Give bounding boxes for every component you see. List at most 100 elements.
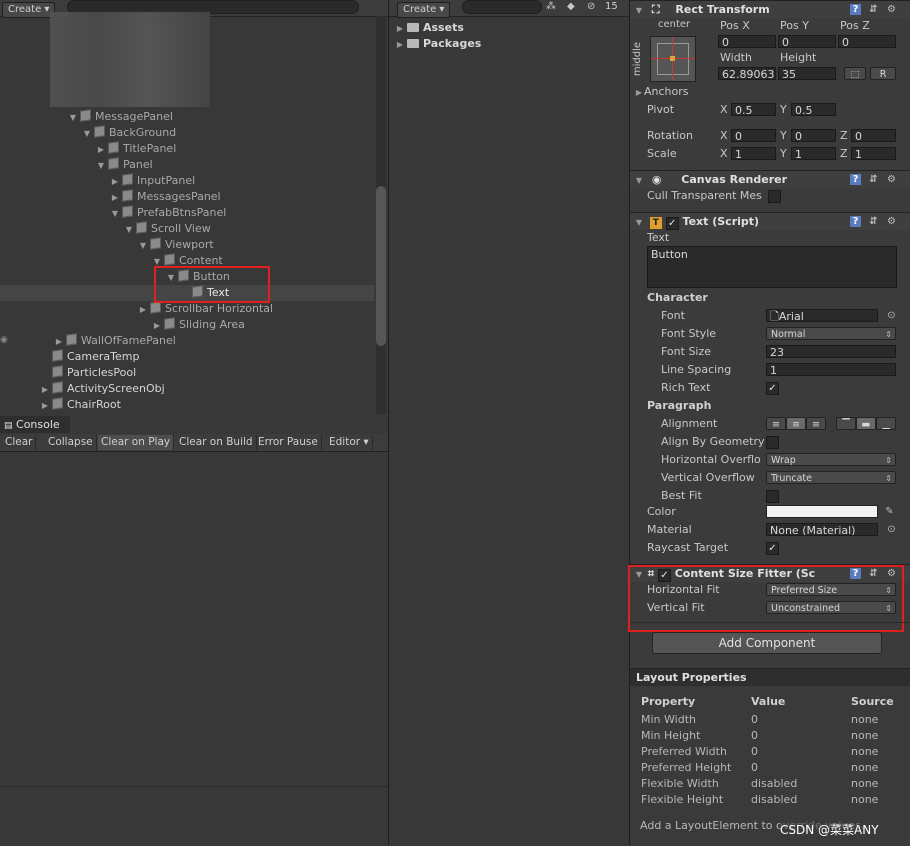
width-field[interactable]: 62.89063 <box>718 67 776 80</box>
hierarchy-create-button[interactable]: Create ▾ <box>2 2 56 18</box>
align-top-button[interactable]: ▔ <box>836 417 856 430</box>
label-tag-icon[interactable]: ◆ <box>567 1 575 12</box>
pos-x-field[interactable]: 0 <box>718 35 776 48</box>
hierarchy-item[interactable]: ▼ Viewport <box>0 237 374 253</box>
hierarchy-item[interactable]: ▶ ChairRoot <box>0 397 374 413</box>
hierarchy-item[interactable]: ▶ InputPanel <box>0 173 374 189</box>
console-clear-on-build-button[interactable]: Clear on Build <box>176 435 257 450</box>
hierarchy-item[interactable]: ▼ Panel <box>0 157 374 173</box>
console-clear-button[interactable]: Clear <box>2 435 37 450</box>
hierarchy-item[interactable]: CameraTemp <box>0 349 374 365</box>
hierarchy-item[interactable]: ▶ Scrollbar Horizontal <box>0 301 374 317</box>
align-left-button[interactable]: ≡ <box>766 417 786 430</box>
hierarchy-item[interactable]: ▶ Sliding Area <box>0 317 374 333</box>
rect-transform-header[interactable]: ▼ ⛶ Rect Transform ? ⇵ ⚙ <box>630 0 910 18</box>
expand-triangle-icon[interactable]: ▼ <box>68 110 78 126</box>
hierarchy-item[interactable]: ▼ MessagePanel <box>0 109 374 125</box>
font-style-dropdown[interactable]: Normal ⇕ <box>766 327 896 340</box>
expand-triangle-icon[interactable]: ▼ <box>138 238 148 254</box>
collapse-triangle-icon[interactable]: ▼ <box>634 172 644 189</box>
raycast-target-checkbox[interactable]: ✓ <box>766 542 779 555</box>
hierarchy-item[interactable]: ParticlesPool <box>0 365 374 381</box>
font-size-field[interactable]: 23 <box>766 345 896 358</box>
console-collapse-button[interactable]: Collapse <box>45 435 97 450</box>
preset-icon[interactable]: ⇵ <box>868 174 879 185</box>
preset-icon[interactable]: ⇵ <box>868 4 879 15</box>
text-script-header[interactable]: ▼ T ✓ Text (Script) ? ⇵ ⚙ <box>630 212 910 230</box>
gear-icon[interactable]: ⚙ <box>886 216 897 227</box>
expand-triangle-icon[interactable]: ▼ <box>124 222 134 238</box>
expand-triangle-icon[interactable]: ▶ <box>40 398 50 414</box>
expand-triangle-icon[interactable]: ▼ <box>110 206 120 222</box>
scale-z-field[interactable]: 1 <box>851 147 896 160</box>
expand-triangle-icon[interactable]: ▶ <box>40 382 50 398</box>
best-fit-checkbox[interactable] <box>766 490 779 503</box>
collapse-triangle-icon[interactable]: ▼ <box>634 214 644 231</box>
text-enabled-checkbox[interactable]: ✓ <box>665 217 679 230</box>
help-icon[interactable]: ? <box>850 216 861 227</box>
eyedropper-icon[interactable]: ✎ <box>884 506 895 517</box>
eye-icon[interactable]: ◉ <box>0 335 8 345</box>
scale-x-field[interactable]: 1 <box>731 147 776 160</box>
align-center-button[interactable]: ≡ <box>786 417 806 430</box>
hierarchy-item[interactable]: ▶ WallOfFamePanel <box>0 333 374 349</box>
align-middle-button[interactable]: ▬ <box>856 417 876 430</box>
project-search-input[interactable] <box>461 0 542 14</box>
hierarchy-scroll-thumb[interactable] <box>376 186 386 346</box>
pivot-x-field[interactable]: 0.5 <box>731 103 776 116</box>
layout-properties-header[interactable]: Layout Properties <box>630 669 910 686</box>
project-item-assets[interactable]: ▶ Assets <box>395 20 464 37</box>
raw-edit-button[interactable]: R <box>870 67 896 80</box>
align-geometry-checkbox[interactable] <box>766 436 779 449</box>
add-component-button[interactable]: Add Component <box>652 632 882 654</box>
anchor-preset-button[interactable] <box>650 36 696 82</box>
collapse-triangle-icon[interactable]: ▼ <box>634 2 644 19</box>
object-picker-icon[interactable]: ⊙ <box>886 524 897 535</box>
canvas-renderer-header[interactable]: ▼ ◉ Canvas Renderer ? ⇵ ⚙ <box>630 170 910 188</box>
project-item-packages[interactable]: ▶ Packages <box>395 36 481 53</box>
help-icon[interactable]: ? <box>850 4 861 15</box>
gear-icon[interactable]: ⚙ <box>886 174 897 185</box>
expand-triangle-icon[interactable]: ▶ <box>395 21 405 37</box>
object-picker-icon[interactable]: ⊙ <box>886 310 897 321</box>
rotation-y-field[interactable]: 0 <box>791 129 836 142</box>
preset-icon[interactable]: ⇵ <box>868 216 879 227</box>
console-tab[interactable]: ▤ Console <box>0 416 70 433</box>
expand-triangle-icon[interactable]: ▶ <box>634 88 644 97</box>
anchors-foldout[interactable]: ▶ Anchors <box>634 85 689 98</box>
expand-triangle-icon[interactable]: ▶ <box>54 334 64 350</box>
hierarchy-item[interactable]: ▶ TitlePanel <box>0 141 374 157</box>
scale-y-field[interactable]: 1 <box>791 147 836 160</box>
console-editor-dropdown[interactable]: Editor ▾ <box>326 435 373 450</box>
hierarchy-item[interactable]: ▶ ActivityScreenObj <box>0 381 374 397</box>
blueprint-mode-button[interactable]: ⬚ <box>844 67 866 80</box>
align-right-button[interactable]: ≡ <box>806 417 826 430</box>
horizontal-overflow-dropdown[interactable]: Wrap ⇕ <box>766 453 896 466</box>
hierarchy-item[interactable]: ▼ Scroll View <box>0 221 374 237</box>
rich-text-checkbox[interactable]: ✓ <box>766 382 779 395</box>
hierarchy-scrollbar[interactable] <box>376 16 386 414</box>
height-field[interactable]: 35 <box>778 67 836 80</box>
help-icon[interactable]: ? <box>850 174 861 185</box>
console-clear-on-play-button[interactable]: Clear on Play <box>98 435 175 450</box>
line-spacing-field[interactable]: 1 <box>766 363 896 376</box>
expand-triangle-icon[interactable]: ▶ <box>110 190 120 206</box>
filter-by-type-icon[interactable]: ⁂ <box>546 1 556 12</box>
cull-transparent-checkbox[interactable] <box>768 190 781 203</box>
hierarchy-item[interactable]: ▼ PrefabBtnsPanel <box>0 205 374 221</box>
expand-triangle-icon[interactable]: ▶ <box>96 142 106 158</box>
pos-y-field[interactable]: 0 <box>778 35 836 48</box>
material-field[interactable]: None (Material) <box>766 523 878 536</box>
project-create-button[interactable]: Create ▾ <box>397 2 451 18</box>
gear-icon[interactable]: ⚙ <box>886 4 897 15</box>
rotation-z-field[interactable]: 0 <box>851 129 896 142</box>
console-error-pause-button[interactable]: Error Pause <box>255 435 322 450</box>
expand-triangle-icon[interactable]: ▶ <box>395 37 405 53</box>
expand-triangle-icon[interactable]: ▶ <box>110 174 120 190</box>
vertical-overflow-dropdown[interactable]: Truncate ⇕ <box>766 471 896 484</box>
expand-triangle-icon[interactable]: ▼ <box>96 158 106 174</box>
align-bottom-button[interactable]: ▁ <box>876 417 896 430</box>
expand-triangle-icon[interactable]: ▼ <box>82 126 92 142</box>
pivot-y-field[interactable]: 0.5 <box>791 103 836 116</box>
expand-triangle-icon[interactable]: ▶ <box>152 318 162 334</box>
